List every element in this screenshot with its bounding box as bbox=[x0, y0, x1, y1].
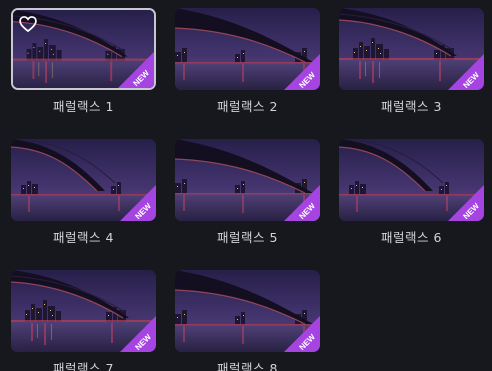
heart-outline-icon[interactable] bbox=[18, 14, 38, 34]
new-badge: NEW bbox=[284, 54, 320, 90]
effect-label: 패럴랙스 3 bbox=[381, 99, 442, 114]
new-badge: NEW bbox=[448, 185, 484, 221]
effect-tile-parallax-8[interactable]: NEW bbox=[175, 270, 320, 352]
new-badge: NEW bbox=[120, 185, 156, 221]
effect-tile-parallax-4[interactable]: NEW bbox=[11, 139, 156, 221]
effect-tile-parallax-6[interactable]: NEW bbox=[339, 139, 484, 221]
effect-tile-parallax-3[interactable]: NEW bbox=[339, 8, 484, 90]
effect-tile-parallax-7[interactable]: NEW bbox=[11, 270, 156, 352]
effect-label: 패럴랙스 1 bbox=[53, 99, 114, 114]
new-badge: NEW bbox=[448, 54, 484, 90]
effect-tile-parallax-5[interactable]: NEW bbox=[175, 139, 320, 221]
new-badge: NEW bbox=[284, 316, 320, 352]
effect-label: 패럴랙스 7 bbox=[53, 361, 114, 371]
new-badge: NEW bbox=[118, 52, 154, 88]
effect-label: 패럴랙스 8 bbox=[217, 361, 278, 371]
new-badge: NEW bbox=[120, 316, 156, 352]
parallax-effect-grid: NEW 패럴랙스 1 NEW 패럴랙스 2 NEW 패럴랙스 3 NEW 패럴랙… bbox=[0, 0, 492, 371]
effect-label: 패럴랙스 4 bbox=[53, 230, 114, 245]
effect-label: 패럴랙스 2 bbox=[217, 99, 278, 114]
effect-label: 패럴랙스 6 bbox=[381, 230, 442, 245]
effect-tile-parallax-2[interactable]: NEW bbox=[175, 8, 320, 90]
new-badge: NEW bbox=[284, 185, 320, 221]
effect-tile-parallax-1[interactable]: NEW bbox=[11, 8, 156, 90]
effect-label: 패럴랙스 5 bbox=[217, 230, 278, 245]
